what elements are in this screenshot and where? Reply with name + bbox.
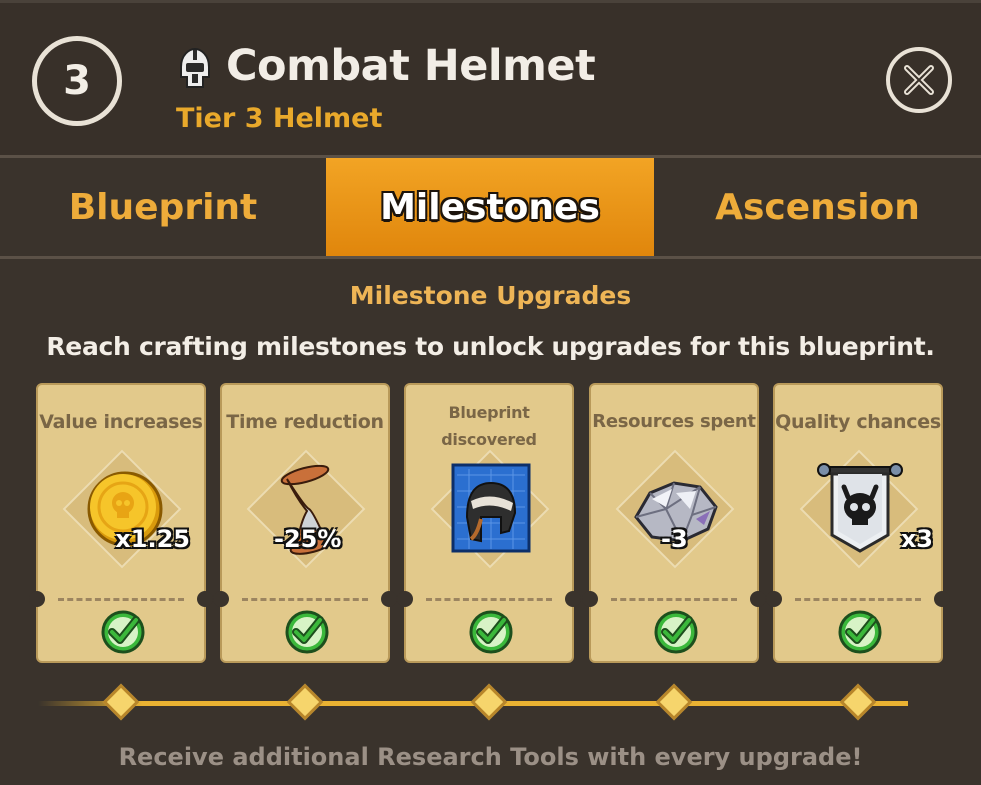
milestone-value: -25%	[274, 525, 342, 553]
card-notch	[213, 591, 229, 607]
card-notch	[381, 591, 397, 607]
skull-banner-icon	[817, 463, 903, 553]
checkmark-icon	[469, 610, 513, 654]
tier-badge: 3	[32, 36, 122, 126]
blueprint-helmet-icon	[451, 463, 531, 553]
card-divider	[611, 598, 737, 601]
card-divider	[58, 598, 184, 601]
helmet-icon	[180, 47, 210, 88]
milestone-label: Resources spent	[592, 411, 756, 432]
card-notch	[750, 591, 766, 607]
tab-ascension[interactable]: Ascension	[654, 158, 981, 256]
progress-node	[286, 683, 324, 721]
card-divider	[242, 598, 368, 601]
card-notch	[934, 591, 950, 607]
card-notch	[582, 591, 598, 607]
section-title: Milestone Upgrades	[349, 281, 632, 310]
milestone-label: Time reduction	[226, 411, 384, 433]
progress-node	[470, 683, 508, 721]
close-button[interactable]	[886, 47, 952, 113]
card-notch	[565, 591, 581, 607]
milestone-card-blueprint[interactable]: Blueprint discovered	[397, 383, 581, 663]
milestone-value: x3	[900, 525, 933, 553]
item-subtitle: Tier 3 Helmet	[176, 103, 383, 134]
footer-note: Receive additional Research Tools with e…	[118, 743, 863, 771]
item-title: Combat Helmet	[226, 41, 596, 91]
milestone-label: Blueprint discovered	[441, 403, 537, 449]
milestone-value: -3	[661, 525, 688, 553]
milestone-card-resources[interactable]: Resources spent -3	[582, 383, 766, 663]
tab-milestones[interactable]: Milestones	[326, 158, 654, 256]
tier-number: 3	[63, 58, 91, 104]
card-divider	[795, 598, 921, 601]
card-notch	[197, 591, 213, 607]
card-notch	[29, 591, 45, 607]
section-description: Reach crafting milestones to unlock upgr…	[46, 332, 935, 361]
milestone-card-time[interactable]: Time reduction -25%	[213, 383, 397, 663]
tab-label: Blueprint	[68, 186, 258, 228]
milestone-card-value[interactable]: Value increases x1.25	[29, 383, 213, 663]
item-detail-panel: 3 Combat Helmet Tier 3 Helmet Blueprint …	[0, 0, 981, 785]
progress-node	[102, 683, 140, 721]
card-notch	[397, 591, 413, 607]
checkmark-icon	[654, 610, 698, 654]
tab-label: Ascension	[715, 186, 920, 228]
tab-blueprint[interactable]: Blueprint	[0, 158, 326, 256]
card-divider	[426, 598, 552, 601]
card-notch	[766, 591, 782, 607]
checkmark-icon	[838, 610, 882, 654]
tab-label: Milestones	[380, 186, 600, 228]
milestone-label: Value increases	[39, 411, 203, 433]
milestone-card-quality[interactable]: Quality chances x3	[766, 383, 950, 663]
milestone-value: x1.25	[115, 525, 190, 553]
header: 3 Combat Helmet Tier 3 Helmet	[0, 3, 981, 158]
tab-bar: Blueprint Milestones Ascension	[0, 158, 981, 259]
checkmark-icon	[285, 610, 329, 654]
checkmark-icon	[101, 610, 145, 654]
progress-node	[839, 683, 877, 721]
milestone-label: Quality chances	[775, 411, 941, 433]
close-icon	[904, 65, 934, 95]
progress-node	[655, 683, 693, 721]
